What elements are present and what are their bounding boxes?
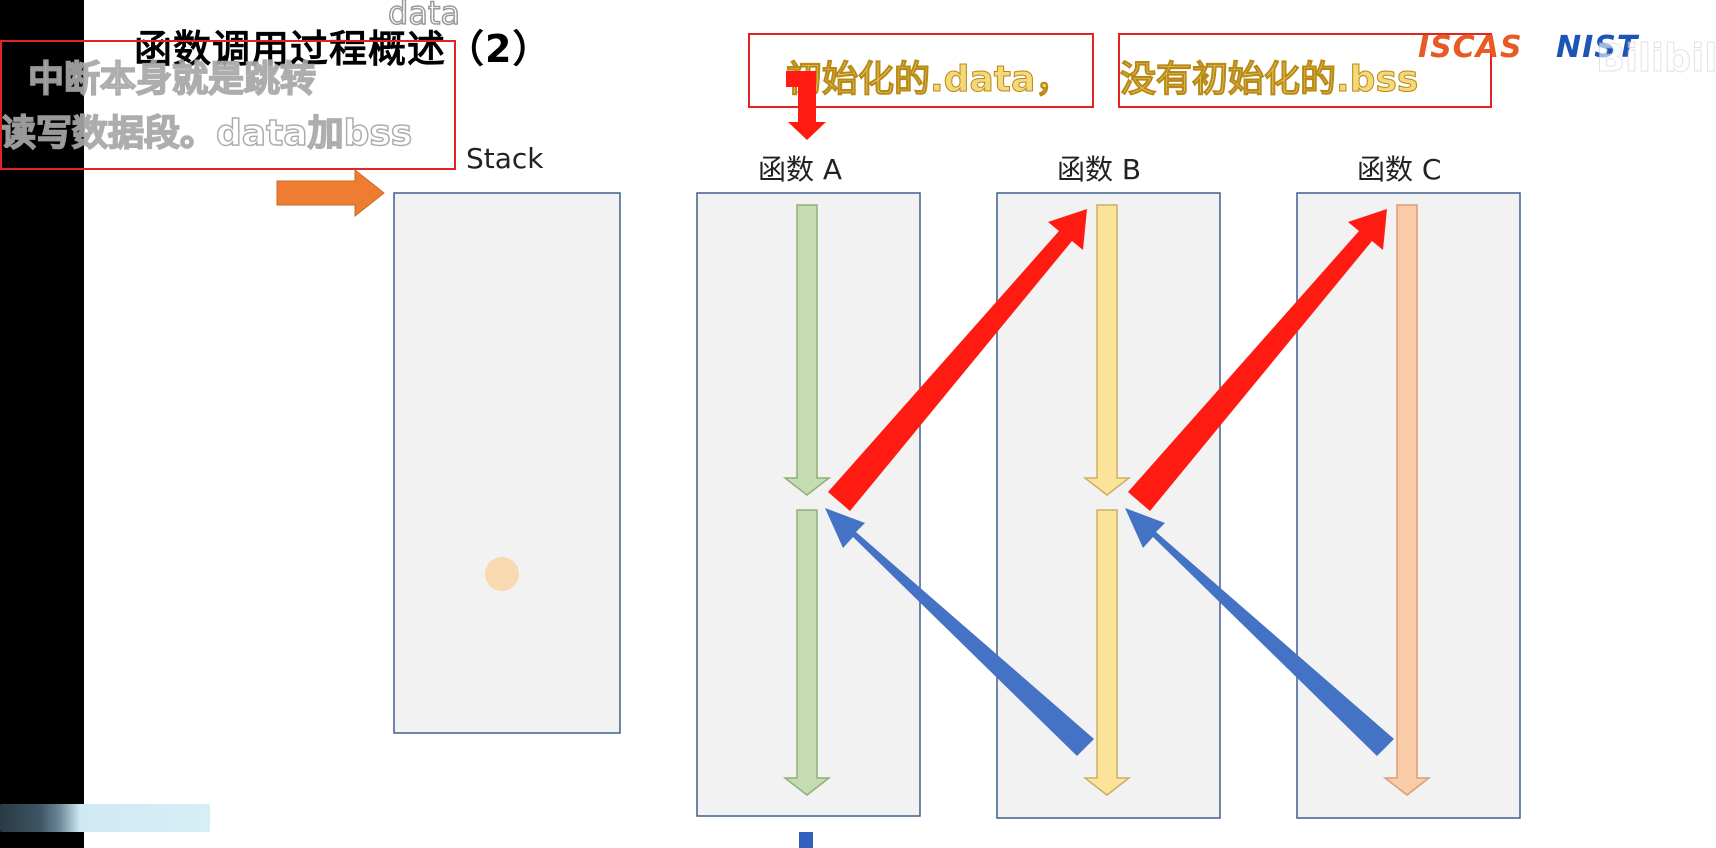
function-b-label: 函数 B xyxy=(1057,153,1142,186)
small-red-down-arrow xyxy=(786,71,826,140)
call-flow-diagram xyxy=(276,71,1521,848)
function-a-label: 函数 A xyxy=(758,153,843,186)
entry-arrow xyxy=(276,168,385,218)
stack-pointer-dot xyxy=(485,557,519,591)
stack-label: Stack xyxy=(466,142,544,175)
function-c-label: 函数 C xyxy=(1357,153,1442,186)
bottom-blue-stub-arrow xyxy=(799,832,813,848)
stack-box xyxy=(393,192,621,734)
